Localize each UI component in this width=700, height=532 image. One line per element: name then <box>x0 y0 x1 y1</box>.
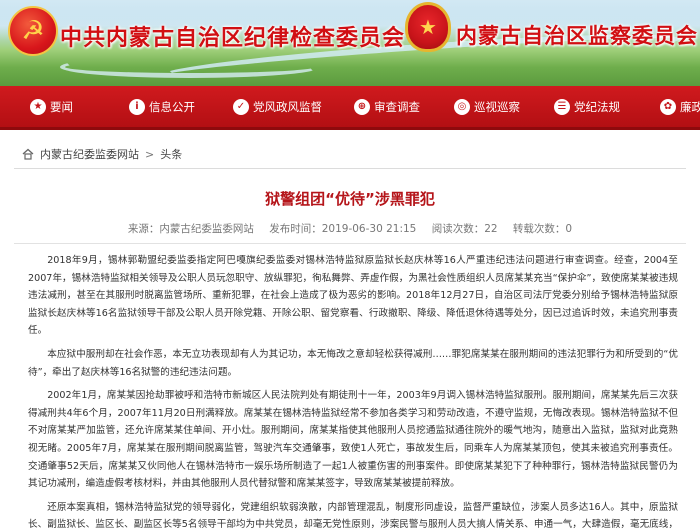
shares-label: 转载次数： <box>512 223 566 235</box>
article-view-count: 阅读次数：22 <box>432 223 498 235</box>
flower-icon: ✿ <box>660 98 676 115</box>
nav-item-label: 党风政风监督 <box>253 99 322 114</box>
article-paragraph: 本应狱中服刑却在社会作恶，本无立功表现却有人为其记功，本无悔改之意却轻松获得减刑… <box>28 348 678 378</box>
article-paragraph: 还原本案真相，锡林浩特监狱党的领导弱化，党建组织软弱涣散，内部管理混乱，制度形同… <box>28 501 678 531</box>
article-title: 狱警组团“优待”涉黑罪犯 <box>265 190 435 208</box>
site-banner: ☭ 中共内蒙古自治区纪律检查委员会 ★ 内蒙古自治区监察委员会 <box>0 0 700 86</box>
shares-value: 0 <box>565 223 573 235</box>
star-icon: ★ <box>30 98 46 115</box>
nav-item-inspection[interactable]: ◎ 巡视巡察 <box>454 85 520 129</box>
views-value: 22 <box>484 223 498 235</box>
party-emblem-icon: ☭ <box>8 6 58 56</box>
source-label: 来源： <box>127 223 160 235</box>
meta-divider <box>14 243 686 244</box>
check-icon: ✓ <box>233 98 249 115</box>
nav-item-label: 巡视巡察 <box>474 99 520 114</box>
nav-item-investigation[interactable]: ⊕ 审查调查 <box>354 85 420 129</box>
site-title-discipline-commission[interactable]: 中共内蒙古自治区纪律检查委员会 <box>60 20 405 52</box>
breadcrumb-current-link[interactable]: 头条 <box>160 146 182 162</box>
breadcrumb-separator: > <box>145 147 155 161</box>
nav-item-label: 信息公开 <box>149 99 195 114</box>
article-paragraph: 2018年9月，锡林郭勒盟纪委监委指定阿巴嘎旗纪委监委对锡林浩特监狱原监狱长赵庆… <box>28 255 678 337</box>
article-paragraph: 2002年1月，席某某因抢劫罪被呼和浩特市新城区人民法院判处有期徒刑十一年，20… <box>28 390 678 490</box>
breadcrumb-divider <box>14 168 686 169</box>
time-value: 2019-06-30 21:15 <box>321 223 417 235</box>
nav-item-party-regulations[interactable]: ☰ 党纪法规 <box>554 85 620 129</box>
site-title-supervision-commission[interactable]: 内蒙古自治区监察委员会 <box>456 20 698 50</box>
article-publish-time: 发布时间：2019-06-30 21:15 <box>269 223 416 235</box>
views-label: 阅读次数： <box>431 223 485 235</box>
magnifier-icon: ⊕ <box>354 98 370 115</box>
nav-item-news[interactable]: ★ 要闻 <box>30 85 73 129</box>
article-source: 来源：内蒙古纪委监委网站 <box>128 223 254 235</box>
time-label: 发布时间： <box>269 223 322 235</box>
info-icon: i <box>129 98 145 115</box>
nav-item-integrity-culture[interactable]: ✿ 廉政文化 <box>660 85 700 129</box>
nav-item-info-disclosure[interactable]: i 信息公开 <box>129 85 195 129</box>
article-body: 2018年9月，锡林郭勒盟纪委监委指定阿巴嘎旗纪委监委对锡林浩特监狱原监狱长赵庆… <box>28 252 678 532</box>
article-share-count: 转载次数：0 <box>513 223 572 235</box>
nav-item-label: 党纪法规 <box>574 99 620 114</box>
document-icon: ☰ <box>554 98 570 115</box>
breadcrumb: 内蒙古纪委监委网站 > 头条 <box>22 145 182 163</box>
main-nav: ★ 要闻 i 信息公开 ✓ 党风政风监督 ⊕ 审查调查 ◎ 巡视巡察 ☰ 党纪法… <box>0 86 700 130</box>
nav-item-label: 要闻 <box>50 99 73 114</box>
source-value: 内蒙古纪委监委网站 <box>159 223 254 235</box>
nav-item-conduct-supervision[interactable]: ✓ 党风政风监督 <box>233 85 322 129</box>
article-meta: 来源：内蒙古纪委监委网站 发布时间：2019-06-30 21:15 阅读次数：… <box>0 221 700 236</box>
target-icon: ◎ <box>454 98 470 115</box>
banner-river-bend <box>60 56 320 78</box>
breadcrumb-home-link[interactable]: 内蒙古纪委监委网站 <box>40 146 139 162</box>
nav-item-label: 廉政文化 <box>680 99 700 114</box>
national-emblem-icon: ★ <box>405 2 451 52</box>
nav-item-label: 审查调查 <box>374 99 420 114</box>
home-icon <box>22 148 34 160</box>
